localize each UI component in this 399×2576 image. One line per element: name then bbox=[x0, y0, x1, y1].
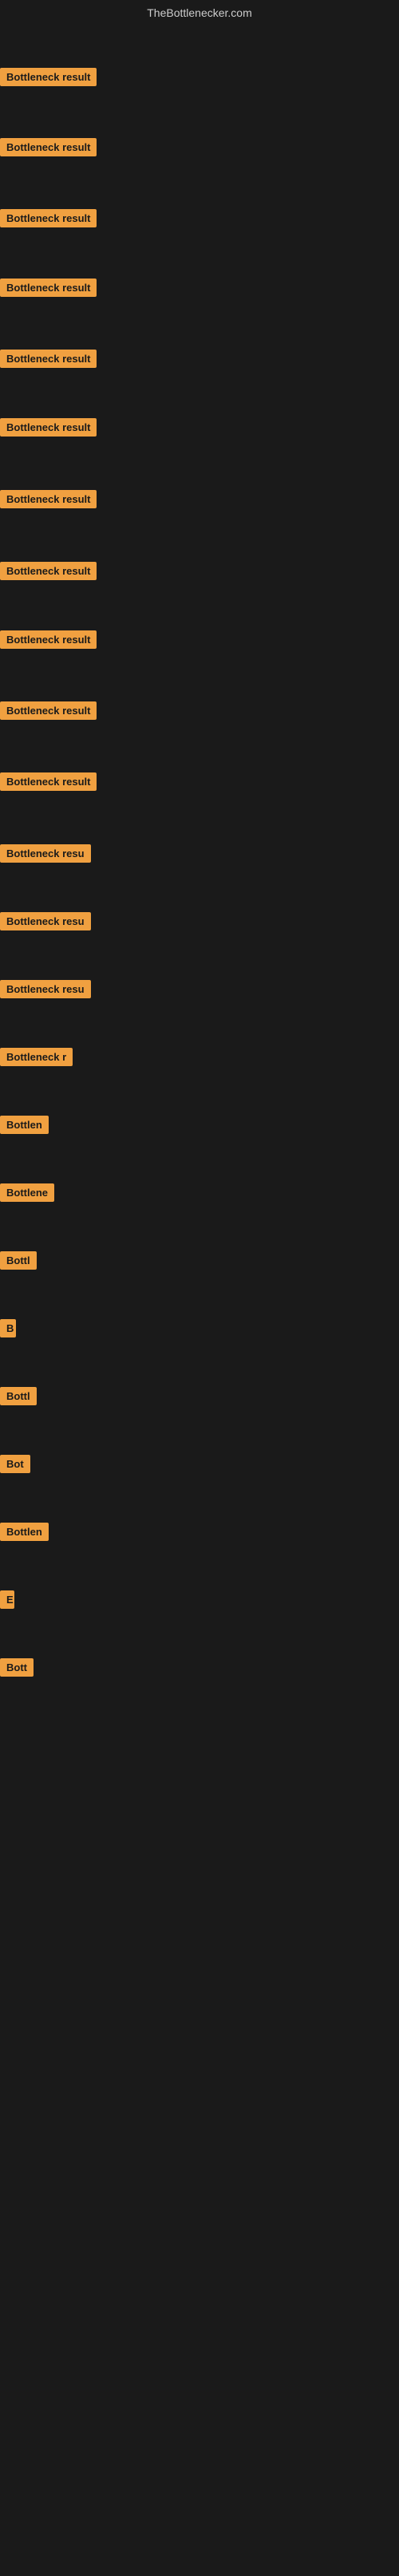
bottleneck-result-label: Bottleneck result bbox=[0, 279, 97, 297]
bottleneck-result-label: Bottleneck r bbox=[0, 1048, 73, 1066]
bottleneck-result-label: Bottlene bbox=[0, 1183, 54, 1202]
bottleneck-result-item: Bott bbox=[0, 1658, 34, 1681]
bottleneck-result-item: Bottleneck result bbox=[0, 68, 97, 90]
bottleneck-result-label: Bottleneck result bbox=[0, 138, 97, 156]
site-title: TheBottlenecker.com bbox=[0, 0, 399, 22]
bottleneck-result-label: Bottlen bbox=[0, 1523, 49, 1541]
bottleneck-result-item: Bottleneck result bbox=[0, 418, 97, 441]
bottleneck-result-item: Bottleneck result bbox=[0, 772, 97, 795]
bottleneck-result-label: Bottleneck result bbox=[0, 772, 97, 791]
bottleneck-result-item: Bottleneck result bbox=[0, 279, 97, 301]
bottleneck-result-item: Bottleneck result bbox=[0, 630, 97, 653]
bottleneck-result-item: Bottleneck result bbox=[0, 562, 97, 584]
bottleneck-result-label: Bottleneck result bbox=[0, 490, 97, 508]
bottleneck-result-item: Bot bbox=[0, 1455, 30, 1477]
bottleneck-result-item: B bbox=[0, 1319, 16, 1341]
bottleneck-result-label: Bottleneck result bbox=[0, 701, 97, 720]
bottleneck-result-item: Bottleneck result bbox=[0, 490, 97, 512]
bottleneck-result-item: Bottlen bbox=[0, 1116, 49, 1138]
bottleneck-result-item: Bottleneck resu bbox=[0, 912, 91, 934]
bottleneck-result-item: Bottl bbox=[0, 1251, 37, 1274]
bottleneck-result-item: Bottleneck result bbox=[0, 138, 97, 160]
bottleneck-result-label: Bottleneck result bbox=[0, 562, 97, 580]
bottleneck-result-label: Bottleneck result bbox=[0, 209, 97, 227]
bottleneck-result-item: Bottlen bbox=[0, 1523, 49, 1545]
bottleneck-result-item: Bottleneck result bbox=[0, 209, 97, 231]
bottleneck-result-label: Bottlen bbox=[0, 1116, 49, 1134]
bottleneck-result-label: Bottleneck result bbox=[0, 418, 97, 437]
bottleneck-result-label: Bottleneck result bbox=[0, 630, 97, 649]
bottleneck-result-label: Bottleneck result bbox=[0, 68, 97, 86]
bottleneck-result-label: Bott bbox=[0, 1658, 34, 1677]
bottleneck-result-label: Bottleneck resu bbox=[0, 980, 91, 998]
bottleneck-result-item: Bottleneck resu bbox=[0, 980, 91, 1002]
bottleneck-result-label: Bottleneck resu bbox=[0, 844, 91, 863]
bottleneck-result-label: Bottl bbox=[0, 1387, 37, 1405]
bottleneck-result-item: Bottleneck result bbox=[0, 350, 97, 372]
bottleneck-result-label: Bot bbox=[0, 1455, 30, 1473]
bottleneck-result-label: Bottleneck result bbox=[0, 350, 97, 368]
bottleneck-result-label: Bottl bbox=[0, 1251, 37, 1270]
bottleneck-result-item: Bottl bbox=[0, 1387, 37, 1409]
bottleneck-result-label: E bbox=[0, 1590, 14, 1609]
bottleneck-result-label: Bottleneck resu bbox=[0, 912, 91, 930]
bottleneck-result-item: Bottleneck r bbox=[0, 1048, 73, 1070]
bottleneck-result-item: Bottleneck resu bbox=[0, 844, 91, 867]
bottleneck-result-item: Bottlene bbox=[0, 1183, 54, 1206]
bottleneck-result-label: B bbox=[0, 1319, 16, 1337]
bottleneck-result-item: E bbox=[0, 1590, 14, 1613]
bottleneck-result-item: Bottleneck result bbox=[0, 701, 97, 724]
